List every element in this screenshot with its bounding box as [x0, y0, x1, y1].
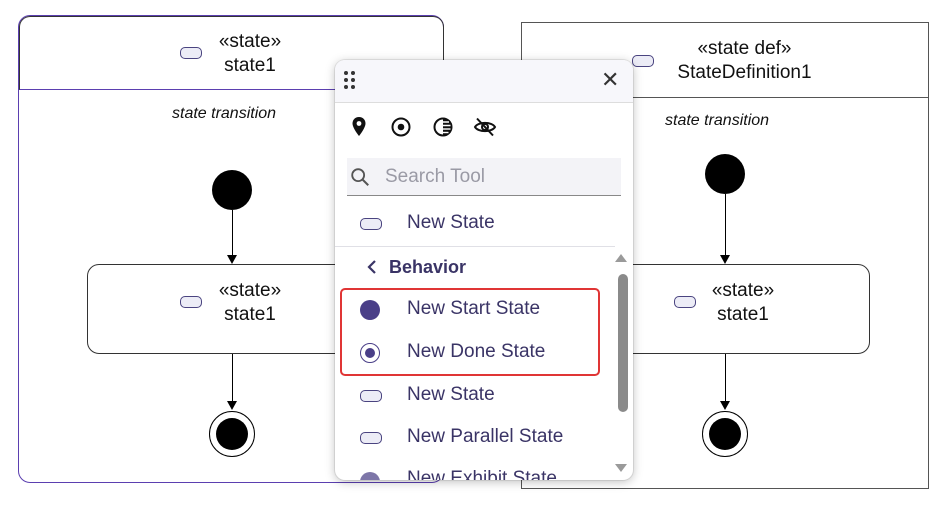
left-state-stereotype: «state»	[218, 31, 282, 52]
chevron-left-icon	[367, 260, 376, 274]
right-inner-stereotype: «state»	[711, 280, 775, 301]
right-transition-line-2[interactable]	[725, 354, 726, 402]
palette-item-new-state[interactable]: New State	[335, 376, 611, 416]
done-dot-icon	[709, 418, 741, 450]
highlight-box	[340, 288, 600, 376]
scroll-down-icon[interactable]	[615, 464, 627, 472]
pin-icon[interactable]	[347, 115, 371, 139]
left-transition-line-2[interactable]	[232, 354, 233, 402]
palette-item-new-parallel-state[interactable]: New Parallel State	[335, 418, 611, 458]
state-pill-icon	[360, 390, 382, 402]
tool-palette[interactable]: ✕ New State Be	[335, 60, 633, 480]
done-dot-icon	[216, 418, 248, 450]
right-compartment-title: state transition	[665, 112, 770, 129]
palette-item-label: New State	[407, 384, 495, 405]
target-icon[interactable]	[389, 115, 413, 139]
behavior-section-header[interactable]: Behavior	[365, 255, 515, 281]
scroll-up-icon[interactable]	[615, 254, 627, 262]
state-pill-icon	[360, 218, 382, 230]
state-icon	[180, 296, 202, 308]
left-done-node[interactable]	[209, 411, 255, 457]
arrowhead-icon	[720, 255, 730, 264]
drag-handle-icon[interactable]	[344, 71, 358, 91]
eye-slash-icon[interactable]	[473, 115, 497, 139]
right-done-node[interactable]	[702, 411, 748, 457]
behavior-section-label: Behavior	[389, 257, 467, 277]
right-def-name[interactable]: StateDefinition1	[662, 61, 827, 85]
scrollbar-thumb[interactable]	[618, 274, 628, 412]
left-inner-name[interactable]: state1	[200, 303, 300, 327]
state-pill-icon	[360, 432, 382, 444]
left-inner-stereotype: «state»	[218, 280, 282, 301]
search-box[interactable]	[347, 158, 621, 196]
palette-item-new-state-top[interactable]: New State	[335, 204, 611, 244]
palette-item-label: New Exhibit State	[407, 468, 557, 480]
left-compartment-title: state transition	[172, 105, 277, 122]
exhibit-state-icon	[360, 472, 380, 480]
state-icon	[180, 47, 202, 59]
right-start-node[interactable]	[705, 154, 745, 194]
arrowhead-icon	[720, 401, 730, 410]
palette-item-new-exhibit-state[interactable]: New Exhibit State	[335, 460, 611, 480]
left-state-name[interactable]: state1	[200, 54, 300, 78]
palette-divider	[335, 246, 615, 247]
palette-item-label: New State	[407, 212, 495, 233]
right-def-stereotype: «state def»	[697, 38, 792, 59]
contrast-icon[interactable]	[431, 115, 455, 139]
palette-item-label: New Parallel State	[407, 426, 564, 447]
state-icon	[632, 55, 654, 67]
search-input[interactable]	[383, 164, 617, 190]
right-inner-name[interactable]: state1	[693, 303, 793, 327]
arrowhead-icon	[227, 401, 237, 410]
right-transition-line-1[interactable]	[725, 194, 726, 256]
close-icon[interactable]: ✕	[601, 67, 619, 93]
left-transition-line-1[interactable]	[232, 210, 233, 256]
arrowhead-icon	[227, 255, 237, 264]
palette-header[interactable]: ✕	[335, 60, 633, 103]
left-start-node[interactable]	[212, 170, 252, 210]
search-icon	[351, 168, 369, 186]
